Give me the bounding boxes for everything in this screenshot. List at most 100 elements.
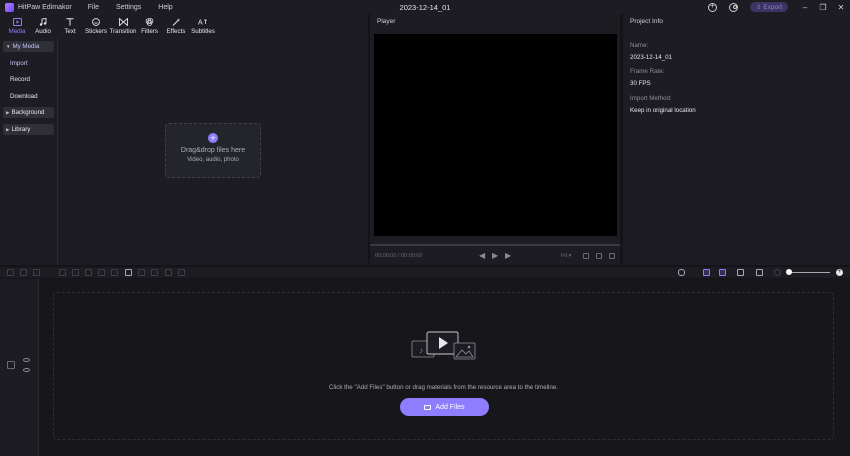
timeline-empty-message: Click the "Add Files" button or drag mat… bbox=[329, 384, 558, 391]
play-icon[interactable]: ▶ bbox=[492, 251, 498, 260]
project-info-panel: Project Info Name: 2023-12-14_01 Frame R… bbox=[623, 14, 850, 265]
redo-icon[interactable] bbox=[20, 269, 27, 276]
next-frame-icon[interactable]: ▶ bbox=[505, 251, 511, 260]
music-note-icon bbox=[39, 18, 47, 26]
timeline-zoom-slider[interactable] bbox=[790, 272, 830, 273]
chroma-icon[interactable] bbox=[165, 269, 172, 276]
tab-effects[interactable]: Effects bbox=[166, 14, 186, 38]
add-files-button[interactable]: Add Files bbox=[400, 398, 489, 416]
mask-icon[interactable] bbox=[125, 269, 132, 276]
timeline-dropzone[interactable]: ♪ Click the "Add Files" button or drag m… bbox=[53, 292, 834, 440]
microphone-icon[interactable] bbox=[678, 269, 685, 276]
expand-triangle-icon: ▶ bbox=[6, 126, 10, 132]
minimize-button[interactable]: – bbox=[796, 0, 814, 14]
sidebar-item-background[interactable]: ▶ Background bbox=[3, 107, 54, 118]
expand-triangle-icon: ▶ bbox=[6, 109, 10, 115]
player-controls: 00:00:00 / 00:00:00 ◀ ▶ ▶ Fit ▾ bbox=[370, 250, 620, 262]
tab-media[interactable]: Media bbox=[6, 14, 28, 38]
add-circle-icon[interactable] bbox=[708, 1, 717, 12]
import-method-value: Keep in original location bbox=[630, 107, 696, 114]
add-media-plus-icon[interactable]: + bbox=[208, 133, 218, 143]
timeline-toolbar: + bbox=[0, 267, 850, 278]
zoom-out-icon[interactable] bbox=[774, 269, 781, 276]
zoom-value: Fit bbox=[561, 253, 568, 259]
menu-file[interactable]: File bbox=[88, 4, 99, 11]
media-dropzone[interactable]: + Drag&drop files here Video, audio, pho… bbox=[165, 123, 261, 178]
previous-frame-icon[interactable]: ◀ bbox=[479, 251, 485, 260]
timeline-zoom-handle[interactable] bbox=[786, 269, 792, 275]
folder-icon bbox=[424, 404, 432, 410]
rotate-icon[interactable] bbox=[98, 269, 105, 276]
playback-progress-bar[interactable] bbox=[370, 244, 620, 246]
more-icon[interactable] bbox=[178, 269, 185, 276]
frame-rate-label: Frame Rate: bbox=[630, 68, 665, 75]
dropzone-subtitle: Video, audio, photo bbox=[187, 157, 239, 163]
tab-subtitles[interactable]: A Subtitles bbox=[191, 14, 215, 38]
split-icon[interactable] bbox=[59, 269, 66, 276]
import-method-label: Import Method: bbox=[630, 95, 672, 102]
snap-icon[interactable] bbox=[719, 269, 726, 276]
name-value: 2023-12-14_01 bbox=[630, 54, 672, 61]
app-name: HitPaw Edimakor bbox=[18, 3, 72, 11]
tab-audio[interactable]: Audio bbox=[33, 14, 53, 38]
crop-icon[interactable] bbox=[72, 269, 79, 276]
export-button[interactable]: ⇪ Export bbox=[750, 2, 788, 12]
filters-icon bbox=[145, 18, 154, 26]
freeze-icon[interactable] bbox=[138, 269, 145, 276]
fullscreen-icon[interactable] bbox=[609, 253, 615, 259]
zoom-select[interactable]: Fit ▾ bbox=[561, 253, 571, 259]
sidebar-item-record[interactable]: Record bbox=[10, 76, 30, 83]
tab-label: Media bbox=[8, 28, 26, 35]
audio-eye-icon[interactable] bbox=[23, 368, 30, 372]
tab-text[interactable]: Text bbox=[61, 14, 79, 38]
subtitles-icon: A bbox=[198, 20, 207, 26]
resource-toolbar: Media Audio Text Stickers Transition Fil… bbox=[0, 14, 368, 38]
titlebar-actions: ⇪ Export – ❐ ✕ bbox=[708, 0, 850, 14]
add-files-label: Add Files bbox=[435, 403, 465, 411]
media-placeholder-icon: ♪ bbox=[411, 331, 476, 360]
link-icon[interactable] bbox=[703, 269, 710, 276]
tab-label: Effects bbox=[166, 28, 186, 35]
restore-button[interactable]: ❐ bbox=[814, 0, 832, 14]
svg-text:♪: ♪ bbox=[419, 346, 423, 355]
menu-settings[interactable]: Settings bbox=[116, 4, 141, 11]
tab-label: Text bbox=[64, 28, 76, 35]
split-screen-icon[interactable] bbox=[737, 269, 744, 276]
media-panel: ▼ My Media Import Record Download ▶ Back… bbox=[0, 38, 368, 265]
sidebar-item-import[interactable]: Import bbox=[10, 60, 28, 67]
app-logo-icon bbox=[5, 2, 14, 12]
media-sidebar: ▼ My Media Import Record Download ▶ Back… bbox=[0, 38, 58, 265]
tab-label: Stickers bbox=[85, 28, 108, 35]
tab-label: Subtitles bbox=[191, 28, 215, 35]
player-title: Player bbox=[377, 18, 396, 25]
sidebar-item-download[interactable]: Download bbox=[10, 93, 38, 100]
playback-time: 00:00:00 / 00:00:00 bbox=[375, 253, 423, 259]
title-bar: HitPaw Edimakor File Settings Help 2023-… bbox=[0, 0, 850, 14]
tab-label: Transition bbox=[109, 28, 137, 35]
undo-icon[interactable] bbox=[7, 269, 14, 276]
tab-stickers[interactable]: Stickers bbox=[85, 14, 107, 38]
visibility-eye-icon[interactable] bbox=[23, 358, 30, 362]
collapse-triangle-icon: ▼ bbox=[6, 44, 11, 49]
player-panel: Player 00:00:00 / 00:00:00 ◀ ▶ ▶ Fit ▾ bbox=[370, 14, 620, 265]
sidebar-item-library[interactable]: ▶ Library bbox=[3, 124, 54, 135]
account-icon[interactable] bbox=[729, 2, 738, 12]
zoom-in-icon[interactable]: + bbox=[836, 269, 843, 276]
tab-filters[interactable]: Filters bbox=[141, 14, 158, 38]
tab-transition[interactable]: Transition bbox=[110, 14, 136, 38]
delete-icon[interactable] bbox=[33, 269, 40, 276]
speed-icon[interactable] bbox=[85, 269, 92, 276]
menu-help[interactable]: Help bbox=[158, 4, 172, 11]
transition-icon bbox=[118, 18, 128, 26]
caption-icon[interactable] bbox=[756, 269, 763, 276]
export-icon: ⇪ bbox=[755, 4, 762, 11]
timeline-area: ♪ Click the "Add Files" button or drag m… bbox=[0, 279, 850, 456]
aspect-ratio-icon[interactable] bbox=[596, 253, 602, 259]
effects-icon bbox=[172, 18, 180, 26]
adjust-icon[interactable] bbox=[151, 269, 158, 276]
sidebar-item-my-media[interactable]: ▼ My Media bbox=[3, 41, 54, 52]
video-preview bbox=[374, 34, 617, 236]
snapshot-icon[interactable] bbox=[583, 253, 589, 259]
close-button[interactable]: ✕ bbox=[832, 0, 850, 14]
mirror-icon[interactable] bbox=[111, 269, 118, 276]
